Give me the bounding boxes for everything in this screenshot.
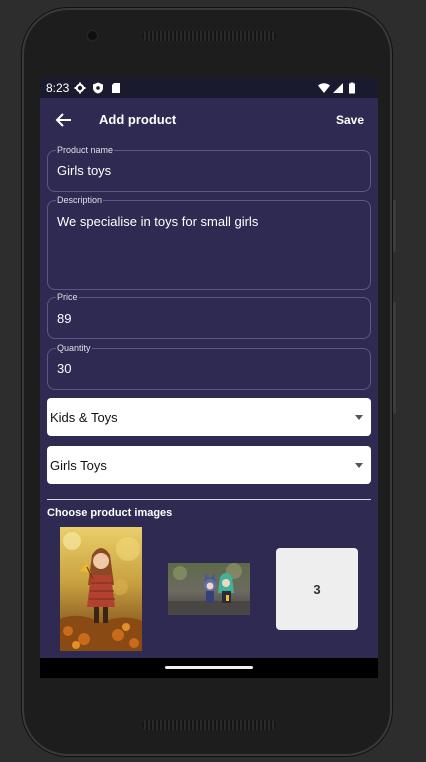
price-value: 89 (57, 311, 72, 326)
quantity-label: Quantity (56, 343, 92, 354)
top-speaker (142, 31, 276, 41)
description-value: We specialise in toys for small girls (57, 214, 259, 229)
app-bar: Add product Save (40, 98, 378, 142)
product-image-2[interactable] (168, 563, 250, 615)
doll-autumn-photo (60, 527, 142, 651)
wifi-icon (318, 83, 330, 93)
signal-icon (333, 83, 343, 93)
product-name-label: Product name (56, 145, 115, 156)
chevron-down-icon (355, 463, 363, 468)
power-button (393, 200, 396, 252)
description-field[interactable]: Description We specialise in toys for sm… (47, 195, 371, 290)
category-dropdown[interactable]: Kids & Toys (47, 398, 371, 436)
price-field[interactable]: Price 89 (47, 292, 371, 339)
volume-button (393, 302, 396, 414)
quantity-value: 30 (57, 361, 72, 376)
category-selected: Kids & Toys (50, 410, 118, 425)
gear-icon (74, 82, 86, 94)
arrow-left-icon[interactable] (54, 110, 74, 130)
subcategory-selected: Girls Toys (50, 458, 107, 473)
home-indicator[interactable] (165, 666, 253, 669)
quantity-field[interactable]: Quantity 30 (47, 343, 371, 390)
save-button[interactable]: Save (336, 113, 364, 127)
chevron-down-icon (355, 415, 363, 420)
product-name-field[interactable]: Product name Girls toys (47, 145, 371, 192)
battery-icon (349, 82, 355, 94)
nav-bar (40, 658, 378, 678)
page-title: Add product (99, 112, 177, 127)
shield-icon (93, 82, 103, 94)
images-section-title: Choose product images (47, 507, 173, 519)
status-time: 8:23 (46, 81, 70, 95)
product-name-value: Girls toys (57, 163, 112, 178)
price-label: Price (56, 292, 79, 303)
sd-card-icon (112, 83, 120, 93)
status-bar: 8:23 (40, 78, 378, 98)
anime-figures-photo (168, 563, 250, 615)
product-image-1[interactable] (60, 527, 142, 651)
bottom-speaker (142, 720, 276, 730)
description-label: Description (56, 195, 104, 206)
section-divider (47, 499, 371, 500)
subcategory-dropdown[interactable]: Girls Toys (47, 446, 371, 484)
app-screen: 8:23 Add product Save Product name Girls… (40, 78, 378, 678)
image-slot-3[interactable]: 3 (276, 548, 358, 630)
front-camera (88, 31, 97, 40)
